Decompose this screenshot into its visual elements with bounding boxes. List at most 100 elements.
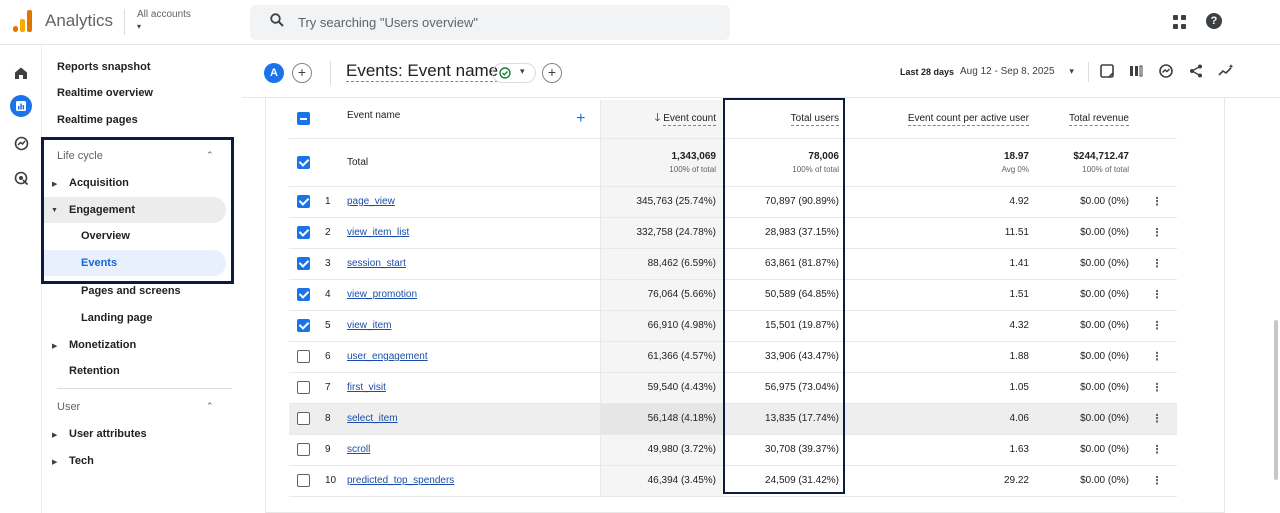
account-selector[interactable]: All accounts ▾ <box>137 9 191 31</box>
table-row: 5 view_item 66,910 (4.98%) 15,501 (19.87… <box>289 310 1177 342</box>
select-all-checkbox[interactable] <box>297 112 310 126</box>
event-name-link[interactable]: view_item <box>347 320 391 331</box>
row-number: 5 <box>317 310 345 342</box>
row-checkbox[interactable] <box>297 443 310 456</box>
event-name-link[interactable]: user_engagement <box>347 351 428 362</box>
share-icon[interactable] <box>1188 63 1204 79</box>
nav-reports-snapshot[interactable]: Reports snapshot <box>57 61 151 73</box>
revenue-cell: $0.00 (0%) <box>1037 310 1137 342</box>
event-name-link[interactable]: first_visit <box>347 382 386 393</box>
event-name-link[interactable]: select_item <box>347 413 398 424</box>
date-range-selector[interactable]: Aug 12 - Sep 8, 2025 ▾ <box>960 66 1074 77</box>
header-total-users[interactable]: Total users <box>724 100 847 139</box>
totals-checkbox[interactable] <box>297 155 310 169</box>
revenue-cell: $0.00 (0%) <box>1037 217 1137 249</box>
account-label: All accounts <box>137 9 191 20</box>
chart-type-icon[interactable] <box>1128 63 1144 79</box>
nav-realtime-pages[interactable]: Realtime pages <box>57 114 138 126</box>
nav-pages-screens[interactable]: Pages and screens <box>81 285 181 297</box>
edit-report-icon[interactable] <box>1099 63 1115 79</box>
row-menu-icon[interactable]: ⋮ <box>1152 382 1163 394</box>
nav-user-attributes[interactable]: User attributes <box>69 428 147 440</box>
home-icon[interactable] <box>10 62 32 84</box>
row-checkbox[interactable] <box>297 288 310 301</box>
row-menu-icon[interactable]: ⋮ <box>1152 444 1163 456</box>
row-checkbox[interactable] <box>297 350 310 363</box>
row-checkbox[interactable] <box>297 226 310 239</box>
event-name-link[interactable]: predicted_top_spenders <box>347 475 454 486</box>
row-checkbox[interactable] <box>297 412 310 425</box>
row-menu-icon[interactable]: ⋮ <box>1152 475 1163 487</box>
event-name-link[interactable]: view_item_list <box>347 227 409 238</box>
nav-realtime-overview[interactable]: Realtime overview <box>57 87 153 99</box>
header-ecpu-label: Event count per active user <box>907 113 1029 127</box>
row-menu-icon[interactable]: ⋮ <box>1152 258 1163 270</box>
header-event-name-label: Event name <box>347 109 401 121</box>
event-count-cell: 332,758 (24.78%) <box>599 217 724 249</box>
event-count-cell: 88,462 (6.59%) <box>599 248 724 280</box>
report-title[interactable]: Events: Event name <box>346 61 499 82</box>
event-name-link[interactable]: scroll <box>347 444 370 455</box>
row-checkbox[interactable] <box>297 195 310 208</box>
revenue-cell: $0.00 (0%) <box>1037 403 1137 435</box>
trend-sparkle-icon[interactable] <box>1218 63 1234 79</box>
add-filter-button[interactable]: + <box>542 63 562 83</box>
row-checkbox[interactable] <box>297 257 310 270</box>
event-name-link[interactable]: page_view <box>347 196 395 207</box>
row-menu-icon[interactable]: ⋮ <box>1152 196 1163 208</box>
nav-section-user[interactable]: User <box>57 401 80 413</box>
apps-grid-icon[interactable] <box>1173 15 1187 29</box>
comparison-avatar[interactable]: A <box>264 63 284 83</box>
row-menu-icon[interactable]: ⋮ <box>1152 227 1163 239</box>
nav-retention[interactable]: Retention <box>69 365 120 377</box>
expand-arrow-icon[interactable]: ▶ <box>52 342 57 350</box>
event-name-link[interactable]: session_start <box>347 258 406 269</box>
reports-icon[interactable] <box>10 95 32 117</box>
help-icon[interactable]: ? <box>1206 13 1222 29</box>
event-count-cell: 59,540 (4.43%) <box>599 372 724 404</box>
revenue-cell: $0.00 (0%) <box>1037 434 1137 466</box>
ecpu-cell: 4.06 <box>847 403 1037 435</box>
row-checkbox[interactable] <box>297 381 310 394</box>
expand-arrow-icon[interactable]: ▶ <box>52 431 57 439</box>
nav-tech[interactable]: Tech <box>69 455 94 467</box>
event-name-link[interactable]: view_promotion <box>347 289 417 300</box>
row-menu-icon[interactable]: ⋮ <box>1152 351 1163 363</box>
ecpu-cell: 1.41 <box>847 248 1037 280</box>
total-users-cell: 50,589 (64.85%) <box>724 279 847 311</box>
report-status-pill[interactable]: ▾ <box>492 63 536 83</box>
app-title: Analytics <box>45 11 114 30</box>
header-total-revenue[interactable]: Total revenue <box>1037 100 1137 139</box>
row-number: 9 <box>317 434 345 466</box>
ecpu-cell: 1.51 <box>847 279 1037 311</box>
search-bar[interactable]: Try searching "Users overview" <box>250 5 730 40</box>
insights-icon[interactable] <box>1158 63 1174 79</box>
page-scrollbar[interactable] <box>1274 320 1278 480</box>
row-checkbox[interactable] <box>297 319 310 332</box>
nav-landing-page[interactable]: Landing page <box>81 312 153 324</box>
header-event-count[interactable]: 🡓 Event count <box>599 100 724 139</box>
explore-icon[interactable] <box>10 132 32 154</box>
row-menu-icon[interactable]: ⋮ <box>1152 413 1163 425</box>
analytics-logo[interactable] <box>13 10 33 32</box>
row-menu-icon[interactable]: ⋮ <box>1152 320 1163 332</box>
revenue-cell: $0.00 (0%) <box>1037 465 1137 497</box>
nav-monetization[interactable]: Monetization <box>69 339 136 351</box>
header-event-count-per-user[interactable]: Event count per active user <box>847 100 1037 139</box>
chevron-up-icon[interactable]: ⌃ <box>206 401 214 412</box>
add-dimension-button[interactable]: + <box>576 110 585 128</box>
event-count-cell: 66,910 (4.98%) <box>599 310 724 342</box>
total-users-cell: 70,897 (90.89%) <box>724 186 847 218</box>
row-menu-icon[interactable]: ⋮ <box>1152 289 1163 301</box>
table-header-row: Event name + 🡓 Event count Total users E… <box>289 100 1177 139</box>
account-caret-icon: ▾ <box>137 22 142 31</box>
add-comparison-button[interactable]: + <box>292 63 312 83</box>
ecpu-cell: 1.88 <box>847 341 1037 373</box>
sort-down-arrow-icon: 🡓 <box>654 112 661 125</box>
row-number: 10 <box>317 465 345 497</box>
advertising-icon[interactable] <box>10 167 32 189</box>
header-event-name[interactable]: Event name + <box>345 100 600 139</box>
row-checkbox[interactable] <box>297 474 310 487</box>
expand-arrow-icon[interactable]: ▶ <box>52 458 57 466</box>
total-event-count: 1,343,069 <box>671 150 717 162</box>
